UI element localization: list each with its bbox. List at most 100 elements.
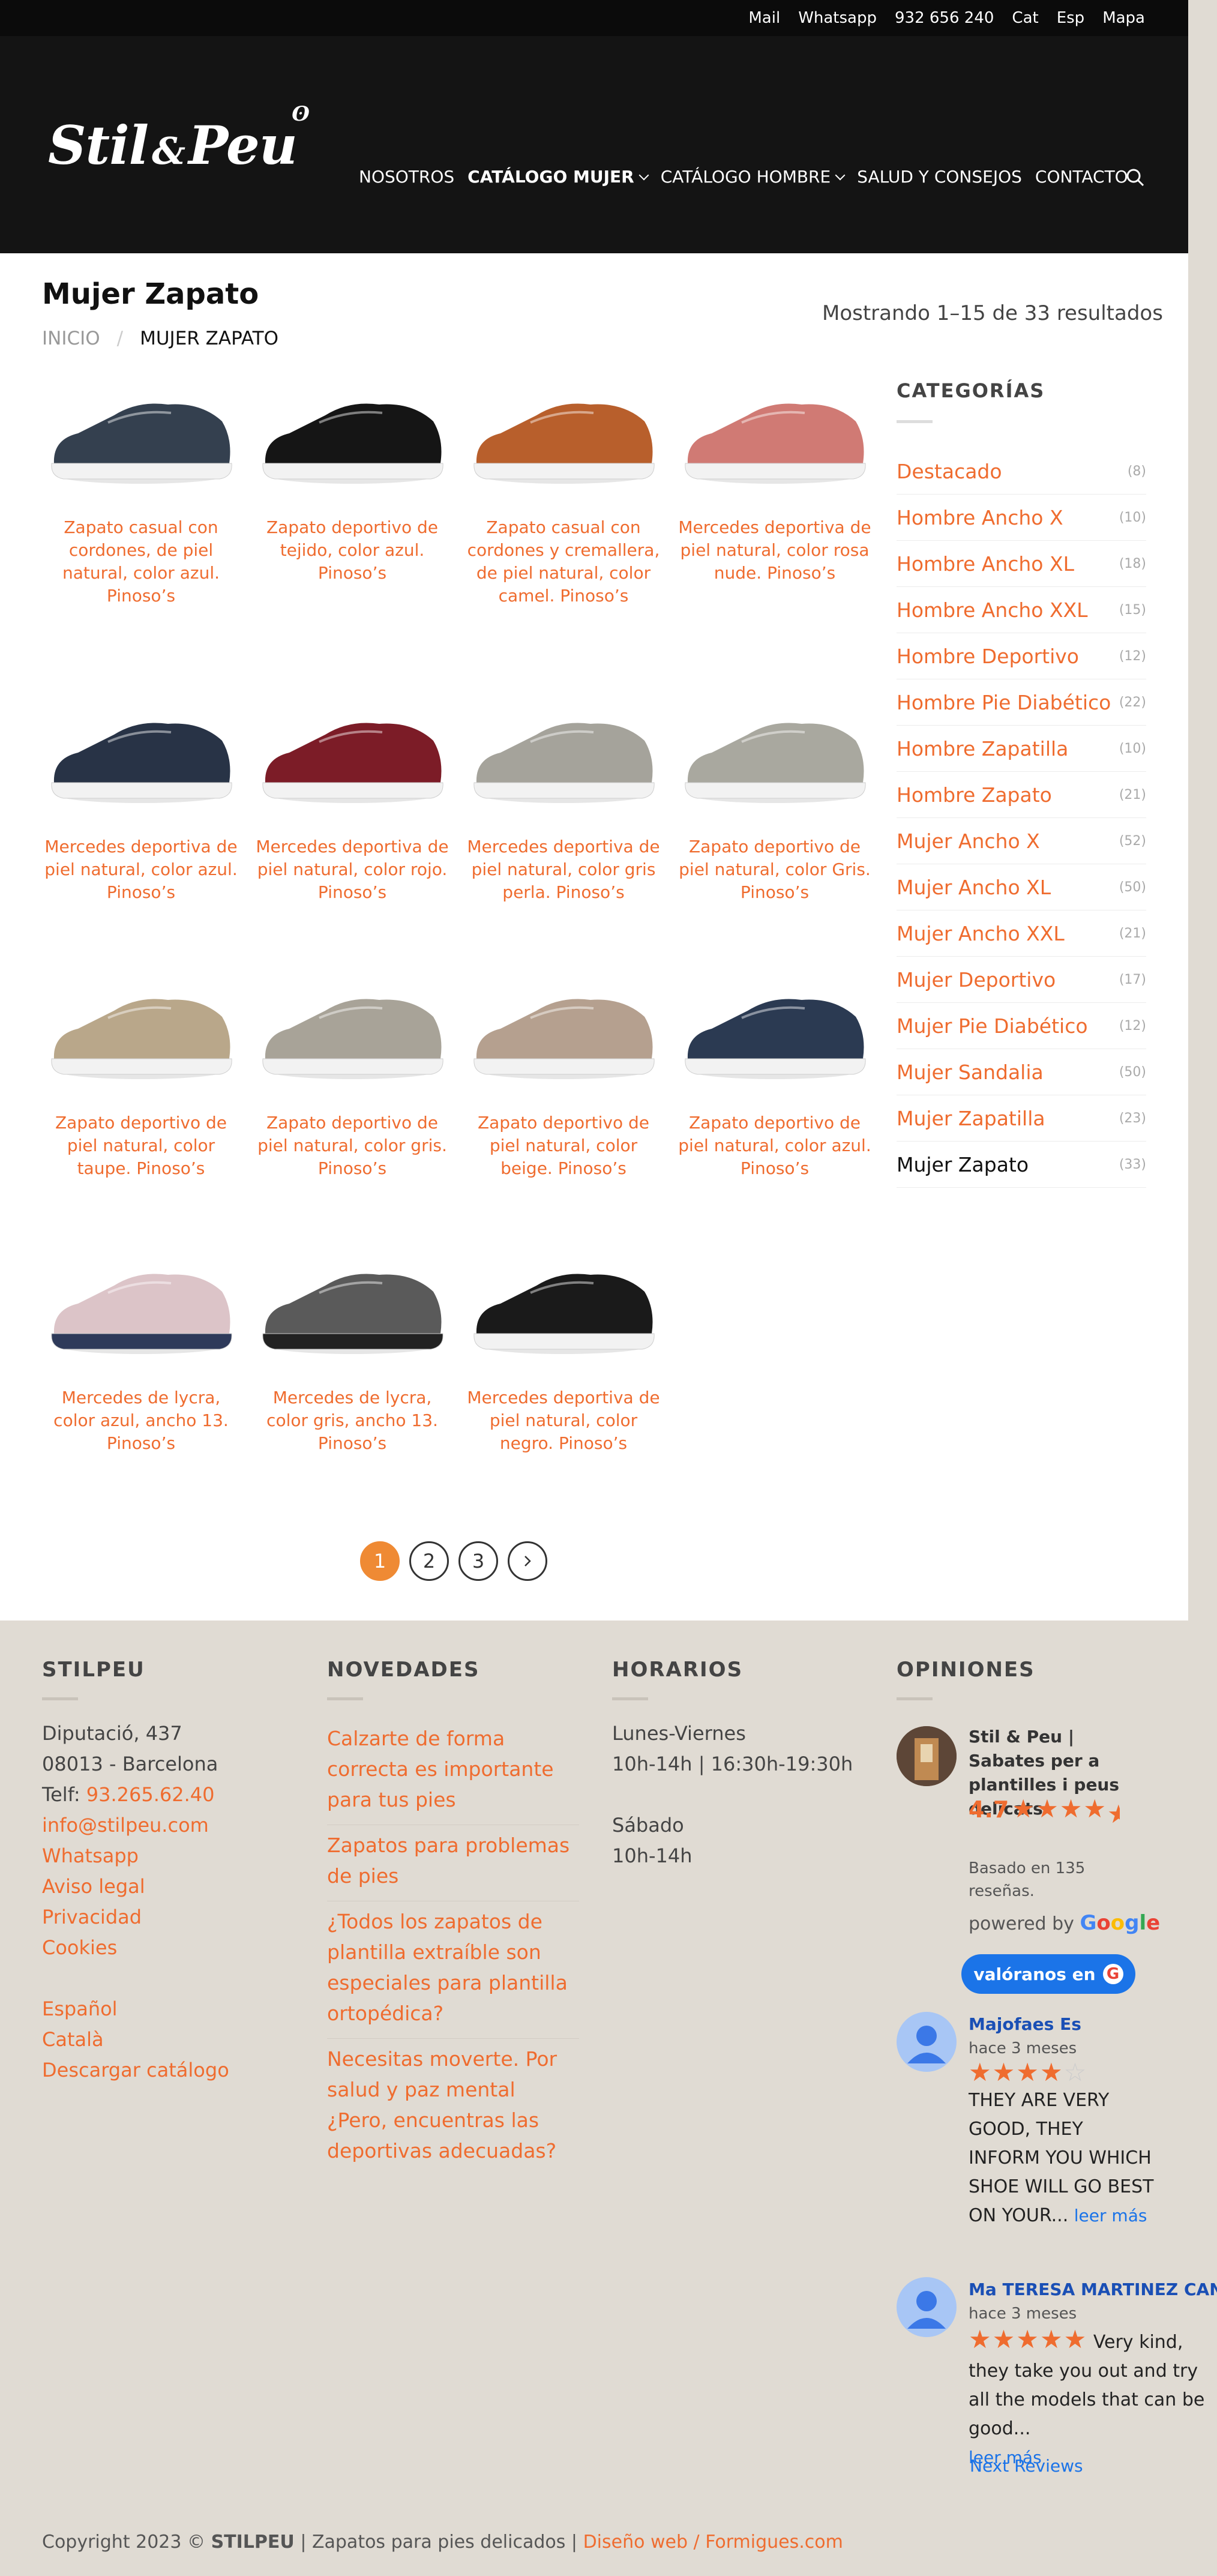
designer-link[interactable]: Diseño web / Formigues.com (583, 2532, 843, 2553)
news-link[interactable]: Zapatos para problemas de pies (327, 1825, 579, 1901)
product-title[interactable]: Mercedes deportiva de piel natural, colo… (676, 516, 874, 585)
shoe-image[interactable] (464, 373, 663, 499)
product-title[interactable]: Zapato deportivo de piel natural, color … (464, 1112, 663, 1180)
next-page-button[interactable] (508, 1541, 547, 1581)
shoe-image[interactable] (464, 693, 663, 819)
reviewer-name[interactable]: Majofaes Es (969, 2014, 1081, 2034)
page-1-button[interactable]: 1 (360, 1541, 400, 1581)
topbar-mail-link[interactable]: Mail (748, 9, 780, 27)
category-item[interactable]: Mujer Ancho XL (50) (897, 864, 1146, 910)
next-reviews-link[interactable]: Next Reviews (970, 2456, 1083, 2476)
lang-es-link[interactable]: Español (42, 1994, 229, 2024)
nav-item-catalogo-mujer[interactable]: CATÁLOGO MUJER (467, 167, 649, 187)
category-item[interactable]: Hombre Zapato (21) (897, 772, 1146, 818)
page-3-button[interactable]: 3 (458, 1541, 498, 1581)
category-item[interactable]: Hombre Deportivo (12) (897, 633, 1146, 679)
category-item[interactable]: Mujer Zapatilla (23) (897, 1095, 1146, 1142)
product-title[interactable]: Zapato casual con cordones, de piel natu… (42, 516, 240, 607)
product-title[interactable]: Zapato deportivo de piel natural, color … (42, 1112, 240, 1180)
shoe-image[interactable] (42, 693, 240, 819)
topbar-map-link[interactable]: Mapa (1102, 9, 1145, 27)
reviewer-name[interactable]: Ma TERESA MARTINEZ CANO (969, 2280, 1217, 2299)
product-title[interactable]: Mercedes de lycra, color gris, ancho 13.… (253, 1386, 451, 1455)
shoe-image[interactable] (464, 969, 663, 1095)
nav-item-salud[interactable]: SALUD Y CONSEJOS (857, 167, 1022, 187)
shoe-image[interactable] (676, 373, 874, 499)
product-card[interactable]: Zapato deportivo de piel natural, color … (253, 969, 451, 1180)
product-card[interactable]: Zapato casual con cordones, de piel natu… (42, 373, 240, 607)
product-title[interactable]: Zapato deportivo de piel natural, color … (676, 1112, 874, 1180)
product-card[interactable]: Zapato deportivo de piel natural, color … (676, 693, 874, 904)
nav-item-contacto[interactable]: CONTACTO (1035, 167, 1128, 187)
shoe-image[interactable] (676, 693, 874, 819)
lang-ca-link[interactable]: Català (42, 2024, 229, 2055)
product-card[interactable]: Zapato casual con cordones y cremallera,… (464, 373, 663, 607)
nav-item-nosotros[interactable]: NOSOTROS (359, 167, 454, 187)
search-icon[interactable] (1126, 168, 1145, 187)
product-title[interactable]: Mercedes de lycra, color azul, ancho 13.… (42, 1386, 240, 1455)
topbar-phone-link[interactable]: 932 656 240 (895, 9, 994, 27)
news-link[interactable]: Necesitas moverte. Por salud y paz menta… (327, 2039, 579, 2176)
category-item[interactable]: Mujer Ancho X (52) (897, 818, 1146, 864)
rate-us-google-button[interactable]: valóranos en G (961, 1954, 1135, 1994)
product-title[interactable]: Zapato casual con cordones y cremallera,… (464, 516, 663, 607)
catalog-download-link[interactable]: Descargar catálogo (42, 2055, 229, 2086)
product-title[interactable]: Mercedes deportiva de piel natural, colo… (42, 835, 240, 904)
shoe-image[interactable] (676, 969, 874, 1095)
cookies-link[interactable]: Cookies (42, 1933, 229, 1963)
category-item[interactable]: Hombre Zapatilla (10) (897, 726, 1146, 772)
category-item[interactable]: Hombre Ancho XXL (15) (897, 587, 1146, 633)
product-card[interactable]: Zapato deportivo de piel natural, color … (676, 969, 874, 1180)
read-more-link[interactable]: leer más (1074, 2206, 1147, 2225)
shoe-image[interactable] (253, 373, 451, 499)
category-item[interactable]: Mujer Sandalia (50) (897, 1049, 1146, 1095)
privacy-link[interactable]: Privacidad (42, 1902, 229, 1933)
whatsapp-link[interactable]: Whatsapp (42, 1841, 229, 1871)
product-title[interactable]: Mercedes deportiva de piel natural, colo… (464, 835, 663, 904)
shoe-image[interactable] (253, 693, 451, 819)
news-link[interactable]: Calzarte de forma correcta es importante… (327, 1718, 579, 1825)
product-title[interactable]: Mercedes deportiva de piel natural, colo… (253, 835, 451, 904)
product-card[interactable]: Zapato deportivo de tejido, color azul. … (253, 373, 451, 585)
category-item[interactable]: Mujer Pie Diabético (12) (897, 1003, 1146, 1049)
product-card[interactable]: Zapato deportivo de piel natural, color … (42, 969, 240, 1180)
product-card[interactable]: Mercedes deportiva de piel natural, colo… (464, 1244, 663, 1455)
product-title[interactable]: Mercedes deportiva de piel natural, colo… (464, 1386, 663, 1455)
shoe-image[interactable] (42, 1244, 240, 1370)
shoe-image[interactable] (253, 969, 451, 1095)
product-card[interactable]: Zapato deportivo de piel natural, color … (464, 969, 663, 1180)
phone-link[interactable]: 93.265.62.40 (86, 1783, 215, 1806)
category-item[interactable]: Destacado (8) (897, 448, 1146, 495)
product-title[interactable]: Zapato deportivo de piel natural, color … (253, 1112, 451, 1180)
category-item[interactable]: Hombre Pie Diabético (22) (897, 679, 1146, 726)
nav-item-catalogo-hombre[interactable]: CATÁLOGO HOMBRE (661, 167, 846, 187)
shoe-image[interactable] (253, 1244, 451, 1370)
shoe-image[interactable] (42, 969, 240, 1095)
topbar-cat-link[interactable]: Cat (1012, 9, 1038, 27)
product-card[interactable]: Mercedes de lycra, color gris, ancho 13.… (253, 1244, 451, 1455)
topbar-esp-link[interactable]: Esp (1057, 9, 1084, 27)
page-2-button[interactable]: 2 (409, 1541, 449, 1581)
topbar-whatsapp-link[interactable]: Whatsapp (798, 9, 877, 27)
shoe-image[interactable] (42, 373, 240, 499)
product-card[interactable]: Mercedes deportiva de piel natural, colo… (253, 693, 451, 904)
category-item[interactable]: Mujer Deportivo (17) (897, 957, 1146, 1003)
product-card[interactable]: Mercedes de lycra, color azul, ancho 13.… (42, 1244, 240, 1455)
email-link[interactable]: info@stilpeu.com (42, 1810, 229, 1841)
category-count: (17) (1119, 972, 1146, 987)
product-title[interactable]: Zapato deportivo de piel natural, color … (676, 835, 874, 904)
product-title[interactable]: Zapato deportivo de tejido, color azul. … (253, 516, 451, 585)
legal-link[interactable]: Aviso legal (42, 1871, 229, 1902)
product-card[interactable]: Mercedes deportiva de piel natural, colo… (464, 693, 663, 904)
category-item[interactable]: Mujer Zapato (33) (897, 1142, 1146, 1188)
breadcrumb-home[interactable]: INICIO (42, 328, 100, 349)
top-bar: Mail Whatsapp 932 656 240 Cat Esp Mapa (0, 0, 1188, 36)
news-link[interactable]: ¿Todos los zapatos de plantilla extraíbl… (327, 1901, 579, 2039)
product-card[interactable]: Mercedes deportiva de piel natural, colo… (42, 693, 240, 904)
category-item[interactable]: Hombre Ancho XL (18) (897, 541, 1146, 587)
logo[interactable]: Stil&Peu ʘ (48, 102, 310, 176)
product-card[interactable]: Mercedes deportiva de piel natural, colo… (676, 373, 874, 585)
category-item[interactable]: Hombre Ancho X (10) (897, 495, 1146, 541)
category-item[interactable]: Mujer Ancho XXL (21) (897, 910, 1146, 957)
shoe-image[interactable] (464, 1244, 663, 1370)
